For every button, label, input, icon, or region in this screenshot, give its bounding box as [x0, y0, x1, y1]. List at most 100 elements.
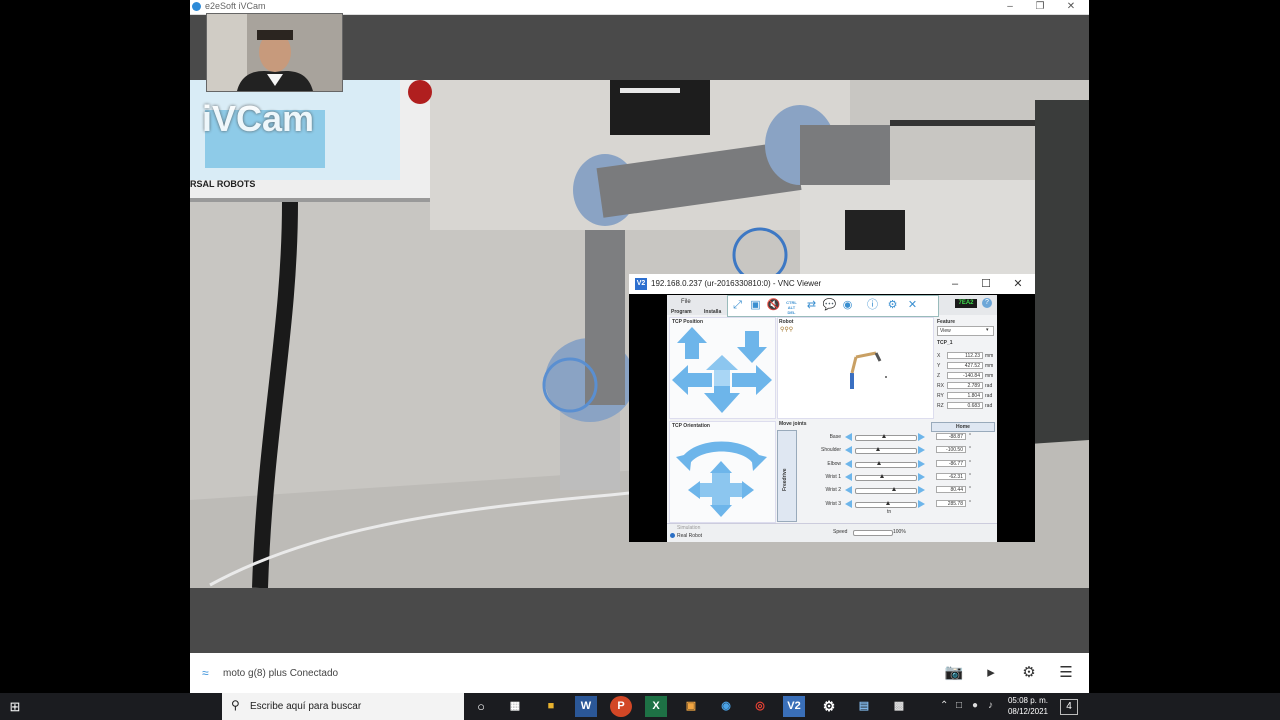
- joint-slider[interactable]: [855, 473, 917, 481]
- tcp-unit: mm: [985, 373, 994, 379]
- joint-decrease-button[interactable]: [845, 499, 852, 508]
- clock-time: 05:08 p. m.: [1007, 696, 1049, 705]
- camera-snapshot-icon[interactable]: 📷: [944, 664, 964, 682]
- settings-taskbar-icon[interactable]: ⚙: [818, 696, 840, 717]
- notification-icon[interactable]: 4: [1060, 699, 1078, 715]
- joint-name: Wrist 2: [825, 487, 841, 494]
- word-icon[interactable]: W: [575, 696, 597, 717]
- clock[interactable]: 05:08 p. m. 08/12/2021: [1004, 695, 1052, 717]
- joint-decrease-button[interactable]: [845, 446, 852, 455]
- gear-icon[interactable]: ⚙: [1019, 664, 1039, 682]
- tcp-orientation-label: TCP Orientation: [672, 423, 710, 429]
- joint-slider-knob[interactable]: [886, 500, 891, 505]
- speed-slider[interactable]: [853, 530, 893, 536]
- powerpoint-icon[interactable]: P: [610, 696, 632, 717]
- vnc-close-button[interactable]: ✕: [1004, 276, 1032, 292]
- app2-icon[interactable]: ▤: [853, 696, 875, 717]
- joint-slider[interactable]: [855, 487, 917, 495]
- joint-decrease-button[interactable]: [845, 472, 852, 481]
- minimize-button[interactable]: –: [995, 0, 1025, 14]
- vnc-minimize-button[interactable]: –: [941, 276, 969, 292]
- vnc-viewer-window: V2 192.168.0.237 (ur-2016330810:0) - VNC…: [629, 274, 1035, 542]
- save-app-icon[interactable]: ▩: [888, 696, 910, 717]
- ivcam-taskbar-icon[interactable]: ◉: [715, 696, 737, 717]
- chat-icon[interactable]: 💬: [822, 298, 837, 313]
- real-robot-radio[interactable]: Real Robot: [677, 533, 702, 539]
- joint-slider-knob[interactable]: [876, 460, 881, 465]
- video-record-icon[interactable]: ▸: [981, 664, 1001, 682]
- degree-unit: °: [969, 499, 971, 506]
- notification-count: 4: [1066, 701, 1072, 712]
- tcp-value: 112.23: [947, 352, 983, 359]
- vnc-taskbar-icon[interactable]: V2: [783, 696, 805, 717]
- tcp-position-arrows[interactable]: [672, 325, 772, 415]
- close-button[interactable]: ✕: [1056, 0, 1086, 14]
- tcp-axis-label: X: [937, 353, 941, 359]
- close-toolbar-icon[interactable]: ✕: [905, 298, 920, 313]
- ctrl-alt-del-button[interactable]: CTRL ALT DEL: [784, 298, 799, 315]
- windows-start-icon[interactable]: ⊞: [0, 693, 30, 720]
- fullscreen-icon[interactable]: ⤢: [730, 298, 745, 313]
- pendant-badge: 7EA2: [955, 299, 977, 308]
- info-icon[interactable]: ⓘ: [865, 298, 880, 313]
- joint-slider[interactable]: [855, 434, 917, 441]
- tab-program[interactable]: Program: [671, 309, 692, 315]
- ivcam-window-title: e2eSoft iVCam: [205, 1, 266, 11]
- tcp-unit: rad: [985, 393, 993, 399]
- view-zoom-icons[interactable]: ⚲⚲⚲: [780, 326, 793, 333]
- scale-icon[interactable]: ▣: [748, 298, 763, 313]
- robot-label: Robot: [779, 319, 794, 325]
- task-view-icon[interactable]: ▦: [504, 696, 526, 717]
- joint-increase-button[interactable]: [918, 486, 925, 495]
- home-button[interactable]: Home: [931, 422, 995, 432]
- tray-up-icon[interactable]: ⌃: [940, 700, 948, 711]
- vnc-maximize-button[interactable]: ☐: [972, 276, 1000, 292]
- tcp-orientation-arrows[interactable]: [674, 431, 769, 519]
- settings-icon[interactable]: ⚙: [885, 298, 900, 313]
- network-icon[interactable]: □: [956, 700, 962, 711]
- joint-increase-button[interactable]: [918, 446, 925, 455]
- tab-installation[interactable]: Installa: [704, 309, 721, 315]
- degree-unit: °: [969, 472, 971, 479]
- excel-icon[interactable]: X: [645, 696, 667, 717]
- file-explorer-icon[interactable]: ■: [540, 696, 562, 717]
- joint-decrease-button[interactable]: [845, 459, 852, 468]
- transfer-icon[interactable]: ⇄: [804, 298, 819, 313]
- joint-decrease-button[interactable]: [845, 433, 852, 441]
- joint-increase-button[interactable]: [918, 459, 925, 468]
- move-joints-label: Move joints: [779, 421, 807, 427]
- taskbar-search-box[interactable]: ⚲ Escribe aquí para buscar: [222, 693, 464, 720]
- microphone-icon[interactable]: ●: [972, 700, 978, 711]
- joint-slider[interactable]: [855, 447, 917, 455]
- restore-button[interactable]: ❐: [1025, 0, 1055, 14]
- joint-increase-button[interactable]: [918, 433, 925, 441]
- simulation-radio[interactable]: Simulation: [677, 525, 700, 531]
- joint-increase-button[interactable]: [918, 472, 925, 481]
- speed-label: Speed: [833, 529, 848, 535]
- joint-increase-button[interactable]: [918, 499, 925, 508]
- degree-unit: °: [969, 486, 971, 493]
- joint-slider-knob[interactable]: [876, 447, 881, 452]
- pendant-footer: [667, 523, 997, 542]
- real-robot-radio-dot: [670, 533, 675, 538]
- chrome-icon[interactable]: ◎: [749, 696, 771, 717]
- joint-slider-knob[interactable]: [891, 487, 896, 492]
- robot-3d-model: [850, 351, 887, 389]
- record-icon[interactable]: ◉: [840, 298, 855, 313]
- tcp-unit: rad: [985, 403, 993, 409]
- file-menu[interactable]: File: [681, 299, 691, 305]
- volume-icon[interactable]: ♪: [988, 700, 993, 711]
- joint-slider-knob[interactable]: [882, 434, 887, 438]
- help-icon[interactable]: ?: [982, 298, 992, 308]
- app-icon[interactable]: ▣: [680, 696, 702, 717]
- joint-decrease-button[interactable]: [845, 486, 852, 495]
- freedrive-button[interactable]: Freedrive: [777, 430, 797, 522]
- tcp-note: tn: [887, 509, 892, 515]
- joint-slider[interactable]: [855, 460, 917, 468]
- joint-slider[interactable]: [855, 500, 917, 508]
- feature-select[interactable]: View ▾: [937, 326, 994, 336]
- menu-icon[interactable]: ☰: [1056, 664, 1076, 682]
- mute-icon[interactable]: 🔇: [766, 298, 781, 313]
- cortana-icon[interactable]: ○: [470, 696, 492, 717]
- joint-slider-knob[interactable]: [880, 473, 885, 478]
